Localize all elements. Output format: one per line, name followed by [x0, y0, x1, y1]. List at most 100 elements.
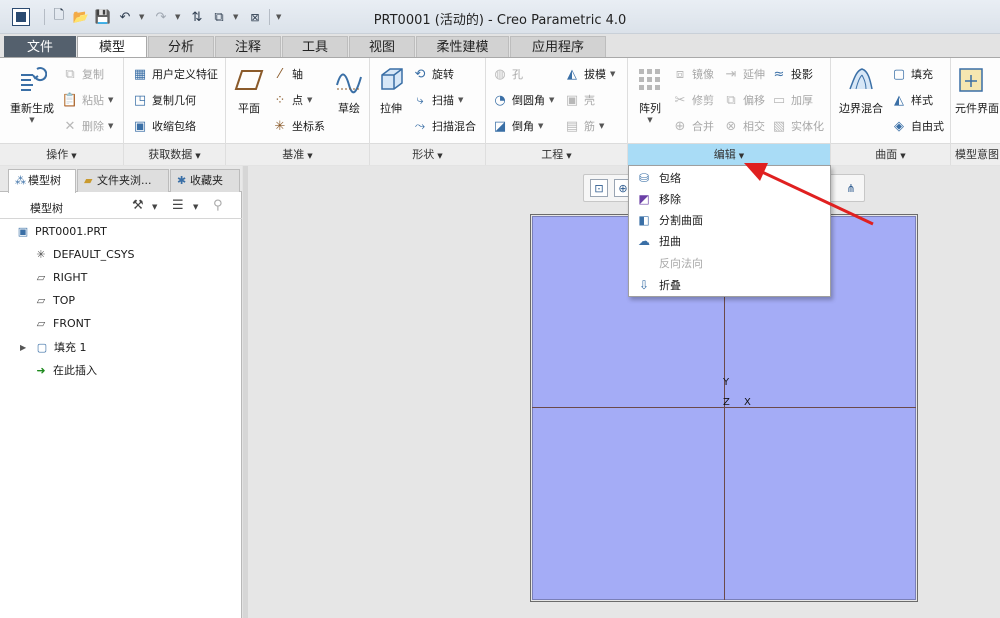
settings-icon[interactable]: ⚒ [132, 198, 144, 213]
chamfer-button[interactable]: ◪ 倒角 ▼ [492, 118, 544, 134]
axis-label-y: Y [723, 377, 730, 388]
tree-node-part[interactable]: ▣ PRT0001.PRT [16, 224, 107, 238]
tab-label: 模型树 [28, 174, 61, 187]
tree-node-right[interactable]: ▱ RIGHT [34, 270, 88, 284]
extrude-button[interactable]: 拉伸 [374, 64, 408, 116]
offset-icon: ⧉ [726, 92, 736, 108]
tree-node-label: FRONT [53, 316, 91, 330]
tab-model-tree[interactable]: ⁂ 模型树 [8, 169, 76, 193]
pattern-button[interactable]: 阵列 ▼ [632, 64, 668, 124]
ribbon: 重新生成 ▼ ⧉ 复制 📋 粘贴 ▼ ✕ 删除 ▼ 操作 ▼ ▦ 用户定义特征 ◳ 复制几何 ▣… [0, 57, 1000, 165]
style-button[interactable]: ◭ 样式 [891, 92, 933, 108]
menu-item-flip-normal[interactable]: 反向法向 [629, 252, 830, 274]
axis-label: 轴 [292, 68, 303, 81]
expand-arrow-icon[interactable]: ▶ [20, 343, 30, 352]
group-label-operations[interactable]: 操作 ▼ [0, 143, 123, 165]
graphics-window[interactable]: ⊡ ⊕ ⋔ Y Z X [248, 166, 1000, 618]
freestyle-button[interactable]: ◈ 自由式 [891, 118, 944, 134]
tab-favorites[interactable]: ✱ 收藏夹 [170, 169, 240, 192]
trim-button[interactable]: ✂ 修剪 [672, 92, 714, 108]
offset-label: 偏移 [743, 94, 765, 107]
project-icon: ≈ [773, 66, 785, 82]
tree-node-front[interactable]: ▱ FRONT [34, 316, 91, 330]
offset-button[interactable]: ⧉ 偏移 [723, 92, 765, 108]
round-button[interactable]: ◔ 倒圆角 ▼ [492, 92, 554, 108]
swept-blend-button[interactable]: ⤳ 扫描混合 [412, 118, 476, 134]
plane-label: 平面 [238, 102, 260, 115]
sweep-icon: ⤷ [416, 92, 424, 108]
chevron-down-icon[interactable]: ▼ [193, 203, 198, 211]
merge-button[interactable]: ⊕ 合并 [672, 118, 714, 134]
plane-button[interactable]: 平面 [230, 64, 268, 116]
thicken-button[interactable]: ▭ 加厚 [771, 92, 813, 108]
group-label-shapes[interactable]: 形状 ▼ [370, 143, 485, 165]
chevron-down-icon[interactable]: ▼ [152, 203, 157, 211]
menu-item-fold[interactable]: ⇩ 折叠 [629, 274, 830, 296]
copy-button[interactable]: ⧉ 复制 [62, 66, 104, 82]
menu-item-split-surface[interactable]: ◧ 分割曲面 [629, 209, 830, 231]
sweep-button[interactable]: ⤷ 扫描 ▼ [412, 92, 463, 108]
chevron-down-icon: ▼ [437, 152, 443, 160]
fold-icon: ⇩ [638, 278, 650, 292]
hole-button[interactable]: ◍ 孔 [492, 66, 523, 82]
intersect-button[interactable]: ⊗ 相交 [723, 118, 765, 134]
group-label-model-intent[interactable]: 模型意图 [951, 143, 1000, 165]
shell-label: 壳 [584, 94, 595, 107]
tree-node-fill[interactable]: ▶ ▢ 填充 1 [20, 339, 87, 355]
group-label-engineering[interactable]: 工程 ▼ [486, 143, 627, 165]
chevron-down-icon: ▼ [29, 116, 35, 124]
point-button[interactable]: ⁘ 点 ▼ [272, 92, 313, 108]
chevron-down-icon: ▼ [538, 122, 544, 130]
group-label-surfaces[interactable]: 曲面 ▼ [831, 143, 950, 165]
component-interface-button[interactable]: 元件界面 [955, 64, 1000, 116]
group-label-datum[interactable]: 基准 ▼ [226, 143, 369, 165]
csys-button[interactable]: ✳ 坐标系 [272, 118, 325, 134]
tree-node-top[interactable]: ▱ TOP [34, 293, 75, 307]
tree-node-default-csys[interactable]: ✳ DEFAULT_CSYS [34, 247, 134, 261]
udf-button[interactable]: ▦ 用户定义特征 [132, 66, 218, 82]
group-label-get-data[interactable]: 获取数据 ▼ [124, 143, 225, 165]
mirror-button[interactable]: ⧈ 镜像 [672, 66, 714, 82]
filter-icon[interactable]: ⚲ [213, 198, 223, 213]
tree-node-insert-here[interactable]: ➜ 在此插入 [34, 362, 97, 378]
rib-button[interactable]: ▤ 筋 ▼ [564, 118, 605, 134]
paste-button[interactable]: 📋 粘贴 ▼ [62, 92, 113, 108]
project-button[interactable]: ≈ 投影 [771, 66, 813, 82]
tab-tools[interactable]: 工具 [282, 36, 348, 58]
tab-folder-browser[interactable]: ▰ 文件夹浏... [77, 169, 169, 192]
delete-button[interactable]: ✕ 删除 ▼ [62, 118, 114, 134]
tab-view[interactable]: 视图 [349, 36, 415, 58]
tab-file[interactable]: 文件 [4, 36, 76, 58]
boundary-blend-button[interactable]: 边界混合 [835, 64, 887, 116]
refit-icon[interactable]: ⊡ [590, 179, 608, 197]
axis-button[interactable]: ⁄ 轴 [272, 66, 303, 82]
shell-button[interactable]: ▣ 壳 [564, 92, 595, 108]
chevron-down-icon: ▼ [647, 116, 653, 124]
menu-item-remove[interactable]: ◩ 移除 [629, 188, 830, 210]
folder-icon: ▰ [84, 174, 93, 187]
tab-flexible-modeling[interactable]: 柔性建模 [416, 36, 509, 58]
copy-geometry-button[interactable]: ◳ 复制几何 [132, 92, 196, 108]
menu-item-wrap[interactable]: ⛁ 包络 [629, 167, 830, 189]
group-label-editing[interactable]: 编辑 ▼ [628, 143, 830, 165]
style-label: 样式 [911, 94, 933, 107]
fill-button[interactable]: ▢ 填充 [891, 66, 933, 82]
shrinkwrap-button[interactable]: ▣ 收缩包络 [132, 118, 196, 134]
show-icon[interactable]: ☰ [172, 198, 184, 213]
tab-applications[interactable]: 应用程序 [510, 36, 606, 58]
tab-analysis[interactable]: 分析 [148, 36, 214, 58]
trim-icon: ✂ [674, 92, 686, 108]
menu-item-warp[interactable]: ☁ 扭曲 [629, 230, 830, 252]
draft-button[interactable]: ◭ 拔模 ▼ [564, 66, 615, 82]
extend-button[interactable]: ⇥ 延伸 [723, 66, 765, 82]
solidify-button[interactable]: ▧ 实体化 [771, 118, 824, 134]
regenerate-icon [16, 64, 48, 96]
spin-center-icon[interactable]: ⋔ [842, 179, 860, 197]
model-tree-icon: ⁂ [15, 174, 26, 187]
sketch-button[interactable]: 草绘 [330, 64, 368, 116]
boundary-blend-icon [845, 64, 877, 96]
tab-annotate[interactable]: 注释 [215, 36, 281, 58]
revolve-button[interactable]: ⟲ 旋转 [412, 66, 454, 82]
regenerate-button[interactable]: 重新生成 ▼ [6, 64, 58, 124]
tab-model[interactable]: 模型 [77, 36, 147, 59]
